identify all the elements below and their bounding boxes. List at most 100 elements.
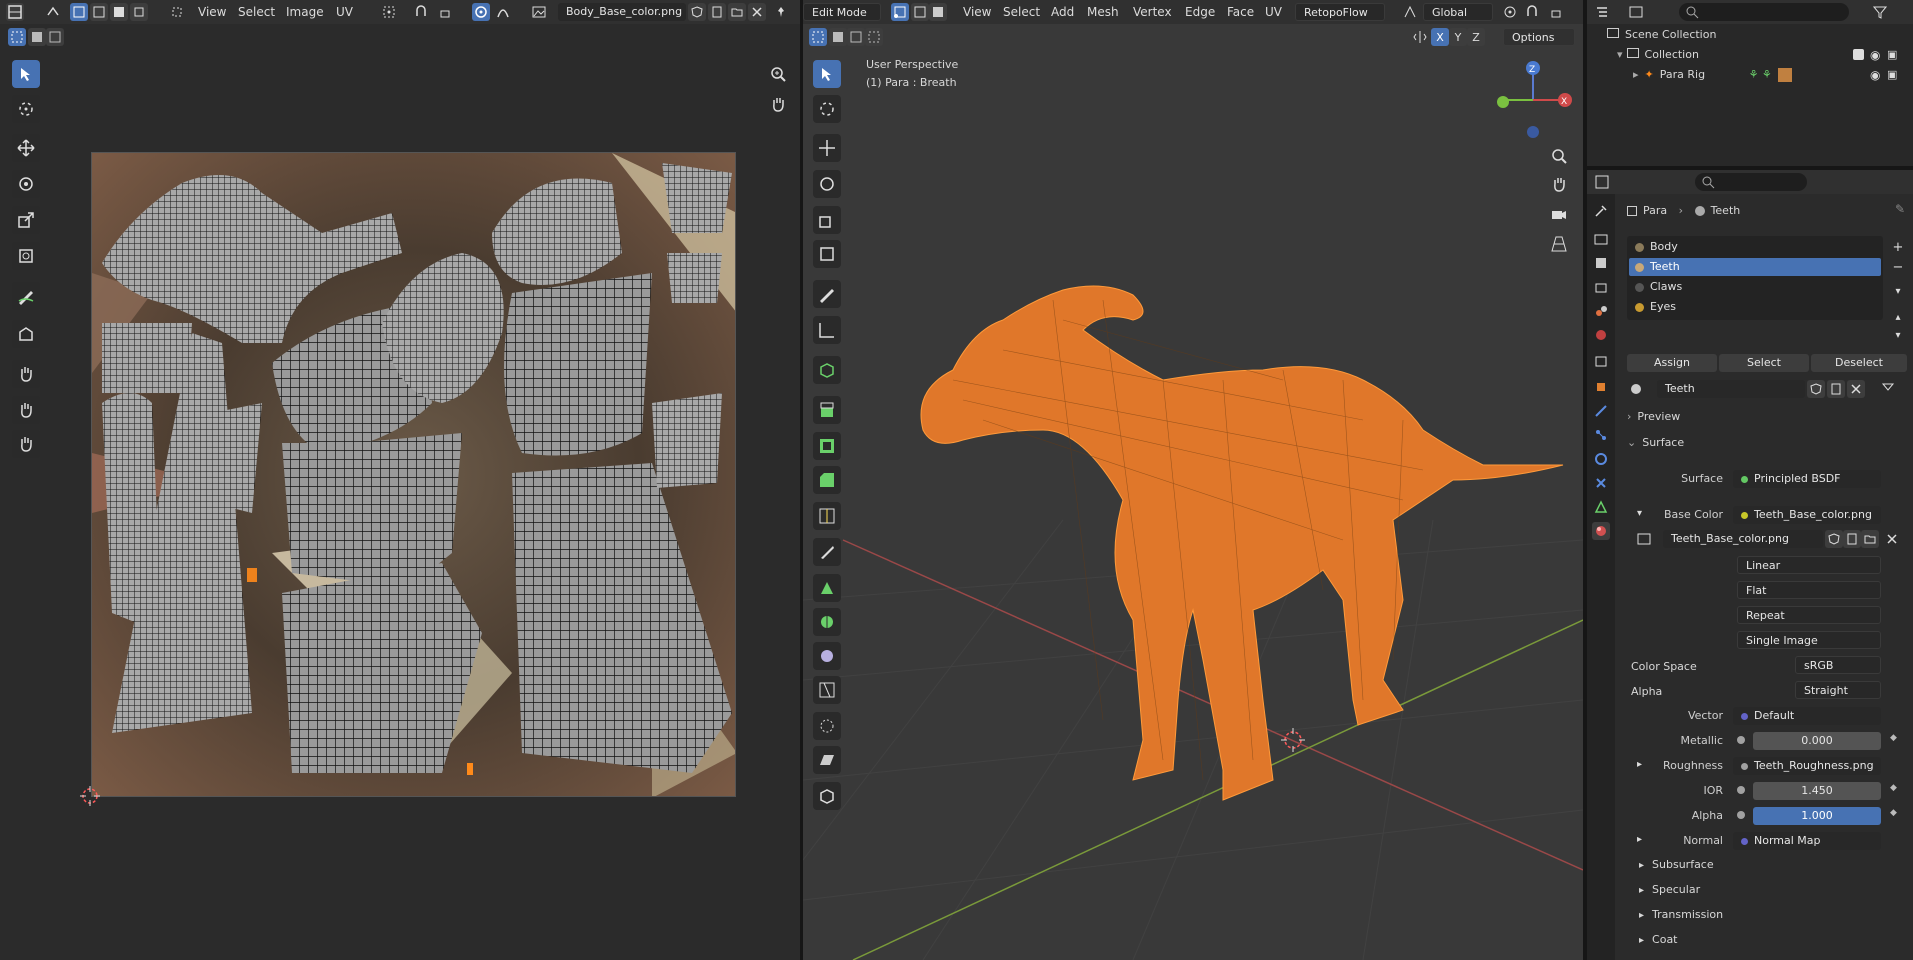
material-fake-user-icon[interactable] bbox=[1807, 380, 1825, 398]
perspective-toggle-icon[interactable] bbox=[1547, 232, 1571, 256]
roughness-field[interactable]: Teeth_Roughness.png bbox=[1733, 757, 1881, 775]
scene-tab-icon[interactable] bbox=[1592, 302, 1610, 320]
material-slot-claws[interactable]: Claws bbox=[1629, 278, 1881, 296]
snap-icon[interactable] bbox=[412, 3, 430, 21]
vp-zoom-icon[interactable] bbox=[1547, 144, 1571, 168]
material-slot-eyes[interactable]: Eyes bbox=[1629, 298, 1881, 316]
select-tool-icon[interactable] bbox=[12, 60, 40, 88]
constraints-tab-icon[interactable] bbox=[1592, 474, 1610, 492]
pivot-icon[interactable] bbox=[380, 3, 398, 21]
uv-menu-uv[interactable]: UV bbox=[332, 4, 357, 20]
select-extend-icon[interactable] bbox=[28, 28, 46, 46]
rig-visibility-eye-icon[interactable]: ◉ bbox=[1870, 68, 1880, 82]
move-tool-icon[interactable] bbox=[12, 134, 40, 162]
editor-type-icon[interactable] bbox=[6, 3, 24, 21]
para-rig-row[interactable]: ▸ ✦ Para Rig ⚘ ⚘ bbox=[1633, 68, 1792, 82]
image-name-field[interactable]: Body_Base_color.png bbox=[558, 3, 686, 21]
smooth-tool-icon[interactable] bbox=[813, 642, 841, 670]
rig-render-camera-icon[interactable]: ▣ bbox=[1887, 68, 1897, 81]
ior-keyframe-icon[interactable]: ◆ bbox=[1890, 783, 1897, 793]
normal-field[interactable]: Normal Map bbox=[1733, 832, 1881, 850]
image-browse-icon[interactable] bbox=[530, 3, 548, 21]
snap-target-icon[interactable] bbox=[436, 3, 454, 21]
rip-region-tool-icon[interactable] bbox=[813, 782, 841, 810]
material-unlink-icon[interactable] bbox=[1847, 380, 1865, 398]
outliner-editor-icon[interactable] bbox=[1593, 3, 1611, 21]
expand-coat-icon[interactable]: ▸ bbox=[1639, 935, 1644, 946]
color-space-dropdown[interactable]: sRGB bbox=[1795, 656, 1881, 674]
expand-specular-icon[interactable]: ▸ bbox=[1639, 885, 1644, 896]
particles-tab-icon[interactable] bbox=[1592, 426, 1610, 444]
vp-pan-icon[interactable] bbox=[1547, 172, 1571, 196]
ior-socket-icon[interactable] bbox=[1737, 786, 1745, 794]
specular-section[interactable]: ▸ Specular bbox=[1639, 883, 1700, 896]
alpha-socket-icon[interactable] bbox=[1737, 811, 1745, 819]
image-datablock-field[interactable]: Teeth_Base_color.png bbox=[1663, 530, 1823, 548]
transform-tool-icon[interactable] bbox=[12, 242, 40, 270]
physics-tab-icon[interactable] bbox=[1592, 450, 1610, 468]
add-slot-icon[interactable]: + bbox=[1889, 238, 1907, 256]
expand-rig-icon[interactable]: ▸ bbox=[1633, 68, 1639, 81]
metallic-keyframe-icon[interactable]: ◆ bbox=[1890, 733, 1897, 743]
uv-menu-select[interactable]: Select bbox=[234, 4, 279, 20]
pan-icon[interactable] bbox=[766, 92, 790, 116]
cursor-tool-icon[interactable] bbox=[12, 95, 40, 123]
remove-slot-icon[interactable]: − bbox=[1889, 258, 1907, 276]
material-name-field[interactable]: Teeth bbox=[1657, 380, 1805, 398]
add-cube-tool-icon[interactable] bbox=[813, 356, 841, 384]
falloff-icon[interactable] bbox=[494, 3, 512, 21]
select-subtract-icon[interactable] bbox=[46, 28, 64, 46]
camera-view-icon[interactable] bbox=[1547, 202, 1571, 226]
scale-tool-icon[interactable] bbox=[12, 206, 40, 234]
vertex-select-icon[interactable] bbox=[70, 3, 88, 21]
navigation-gizmo[interactable]: Z X bbox=[1493, 56, 1573, 146]
move-slot-down-icon[interactable]: ▾ bbox=[1889, 326, 1907, 344]
output-tab-icon[interactable] bbox=[1592, 254, 1610, 272]
slot-specials-icon[interactable]: ▾ bbox=[1889, 282, 1907, 300]
vp-cursor-tool-icon[interactable] bbox=[813, 95, 841, 123]
extrude-tool-icon[interactable] bbox=[813, 396, 841, 424]
transmission-section[interactable]: ▸ Transmission bbox=[1639, 908, 1723, 921]
vp-rotate-tool-icon[interactable] bbox=[813, 170, 841, 198]
source-dropdown[interactable]: Single Image bbox=[1737, 631, 1881, 649]
tool-tab-icon[interactable] bbox=[1592, 202, 1610, 220]
relax-tool-icon[interactable] bbox=[12, 396, 40, 424]
rotate-tool-icon[interactable] bbox=[12, 170, 40, 198]
preview-section[interactable]: › Preview bbox=[1627, 410, 1680, 423]
alpha-slider[interactable]: 1.000 bbox=[1753, 807, 1881, 825]
outliner-search-input[interactable] bbox=[1679, 3, 1849, 21]
material-duplicate-icon[interactable] bbox=[1827, 380, 1845, 398]
metallic-socket-icon[interactable] bbox=[1737, 736, 1745, 744]
select-box-mode-icon[interactable] bbox=[8, 28, 26, 46]
scene-collection-row[interactable]: Scene Collection bbox=[1607, 28, 1716, 41]
object-tab-icon[interactable] bbox=[1592, 378, 1610, 396]
vector-field[interactable]: Default bbox=[1733, 707, 1881, 725]
fake-user-icon[interactable] bbox=[688, 3, 706, 21]
visibility-eye-icon[interactable]: ◉ bbox=[1870, 48, 1880, 62]
deselect-button[interactable]: Deselect bbox=[1811, 354, 1907, 372]
expand-transmission-icon[interactable]: ▸ bbox=[1639, 910, 1644, 921]
rip-tool-icon[interactable] bbox=[12, 320, 40, 348]
vp-annotate-tool-icon[interactable] bbox=[813, 280, 841, 308]
spin-tool-icon[interactable] bbox=[813, 608, 841, 636]
coat-section[interactable]: ▸ Coat bbox=[1639, 933, 1678, 946]
alpha-mode-dropdown[interactable]: Straight bbox=[1795, 681, 1881, 699]
filter-icon[interactable] bbox=[1871, 3, 1889, 21]
properties-editor-icon[interactable] bbox=[1593, 173, 1611, 191]
subsurface-section[interactable]: ▸ Subsurface bbox=[1639, 858, 1714, 871]
annotate-tool-icon[interactable] bbox=[12, 282, 40, 310]
extension-dropdown[interactable]: Repeat bbox=[1737, 606, 1881, 624]
uv-2d-cursor-icon[interactable] bbox=[80, 786, 100, 806]
open-image-icon[interactable] bbox=[728, 3, 746, 21]
knife-tool-icon[interactable] bbox=[813, 538, 841, 566]
edge-select-icon[interactable] bbox=[90, 3, 108, 21]
zoom-icon[interactable] bbox=[766, 62, 790, 86]
vp-transform-tool-icon[interactable] bbox=[813, 240, 841, 268]
edge-slide-tool-icon[interactable] bbox=[813, 676, 841, 704]
sync-selection-icon[interactable] bbox=[44, 3, 62, 21]
base-color-field[interactable]: Teeth_Base_color.png bbox=[1733, 506, 1881, 524]
material-slot-body[interactable]: Body bbox=[1629, 238, 1881, 256]
poly-build-tool-icon[interactable] bbox=[813, 574, 841, 602]
bevel-tool-icon[interactable] bbox=[813, 466, 841, 494]
face-select-icon[interactable] bbox=[110, 3, 128, 21]
